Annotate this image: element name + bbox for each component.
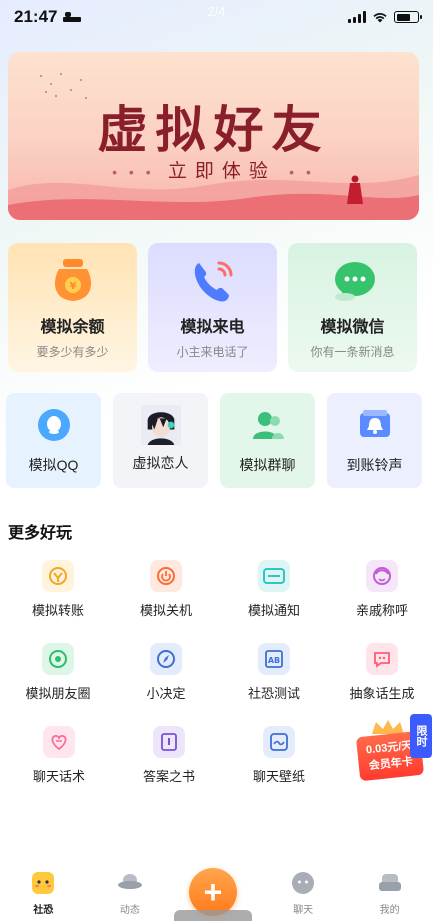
card-subtitle: 小主来电话了	[176, 345, 249, 359]
card-title: 模拟来电	[180, 319, 245, 336]
clock-text: 21:47	[14, 7, 58, 26]
card-title: 模拟余额	[40, 319, 105, 336]
tab-social[interactable]: 社恐	[0, 862, 87, 921]
girl-figure-icon	[347, 175, 363, 204]
tool-label: 小决定	[146, 686, 186, 701]
book-icon	[153, 726, 185, 758]
tool-label: 模拟关机	[139, 603, 192, 618]
battery-icon	[394, 11, 422, 23]
transfer-icon	[42, 560, 74, 592]
tab-feed[interactable]: 动态	[87, 862, 174, 921]
tool-label: 社恐测试	[247, 686, 300, 701]
tool-fake-notification[interactable]: 模拟通知	[223, 560, 325, 643]
tool-fake-moments[interactable]: 模拟朋友圈	[7, 643, 109, 726]
chat-bubble-face-icon	[366, 643, 398, 675]
tool-relative-names[interactable]: 亲戚称呼	[331, 560, 433, 643]
card-title: 模拟微信	[320, 319, 385, 336]
quick-cards: 模拟QQ 虚拟恋人 模拟群聊 到账铃声	[6, 393, 422, 488]
group-chat-icon	[252, 412, 284, 439]
profile-sofa-icon	[378, 874, 401, 891]
tool-label: 答案之书	[142, 769, 195, 784]
tool-label: 亲戚称呼	[355, 603, 408, 618]
tool-book-of-answers[interactable]: 答案之书	[117, 726, 221, 809]
phone-call-icon	[194, 261, 232, 302]
card-label: 模拟QQ	[28, 457, 79, 473]
chat-face-icon	[292, 872, 315, 894]
fake-qq-card[interactable]: 模拟QQ	[6, 393, 101, 488]
fake-wechat-card[interactable]: 模拟微信 你有一条新消息	[288, 243, 417, 372]
wechat-icon	[334, 262, 375, 301]
svg-text:AB: AB	[268, 656, 280, 665]
payment-ringtone-card[interactable]: 到账铃声	[327, 393, 422, 488]
tab-label: 聊天	[293, 905, 314, 916]
cellular-signal-icon	[348, 11, 366, 23]
status-time: 21:47	[14, 7, 82, 27]
page-indicator: 2/4	[207, 4, 226, 19]
compass-icon	[150, 643, 182, 675]
feature-cards: ¥ 模拟余额 要多少有多少 模拟来电 小主来电话了 模拟微信 你有一条新消息	[8, 243, 419, 372]
notification-card-icon	[258, 560, 290, 592]
tool-fake-transfer[interactable]: 模拟转账	[7, 560, 109, 643]
tab-label: 我的	[379, 905, 400, 916]
tab-label: 动态	[119, 905, 140, 916]
svg-text:¥: ¥	[69, 281, 76, 292]
card-label: 到账铃声	[346, 457, 403, 473]
shy-face-icon	[32, 872, 55, 894]
tool-chat-scripts[interactable]: 聊天话术	[7, 726, 111, 809]
relative-face-icon	[366, 560, 398, 592]
home-indicator	[174, 910, 252, 921]
bell-notification-icon	[359, 410, 390, 437]
fake-balance-card[interactable]: ¥ 模拟余额 要多少有多少	[8, 243, 137, 372]
tab-label: 社恐	[33, 905, 54, 916]
tool-small-decision[interactable]: 小决定	[115, 643, 217, 726]
wallpaper-icon	[263, 726, 295, 758]
test-ab-icon: AB	[258, 643, 290, 675]
anime-avatar-icon	[140, 405, 181, 445]
tab-profile[interactable]: 我的	[346, 862, 433, 921]
qq-penguin-icon	[37, 409, 70, 441]
fake-group-chat-card[interactable]: 模拟群聊	[220, 393, 315, 488]
card-subtitle: 你有一条新消息	[310, 345, 395, 359]
virtual-friend-banner[interactable]: 虚拟好友 • • • 立即体验 • •	[8, 52, 419, 220]
heart-chat-icon	[43, 726, 75, 758]
moments-icon	[42, 643, 74, 675]
tool-chat-wallpaper[interactable]: 聊天壁纸	[227, 726, 331, 809]
status-bar: 21:47 2/4	[0, 0, 433, 34]
virtual-lover-card[interactable]: 虚拟恋人	[113, 393, 208, 488]
tool-social-anxiety-test[interactable]: AB 社恐测试	[223, 643, 325, 726]
limited-time-tag: 限时	[410, 714, 432, 758]
wifi-icon	[373, 13, 387, 23]
status-icons	[348, 11, 422, 23]
vip-promo-badge[interactable]: 0.03元/天 会员年卡 限时	[355, 712, 432, 782]
ufo-icon	[117, 874, 142, 889]
card-subtitle: 要多少有多少	[36, 345, 109, 359]
tool-label: 聊天壁纸	[252, 769, 305, 784]
card-label: 模拟群聊	[239, 457, 296, 473]
tool-label: 聊天话术	[32, 769, 85, 784]
sleep-mode-icon	[63, 12, 82, 22]
power-icon	[150, 560, 182, 592]
card-label: 虚拟恋人	[132, 455, 189, 471]
tool-label: 模拟通知	[247, 603, 300, 618]
fake-call-card[interactable]: 模拟来电 小主来电话了	[148, 243, 277, 372]
money-bag-icon: ¥	[54, 259, 91, 301]
tool-label: 抽象话生成	[349, 686, 415, 701]
plus-icon: +	[203, 873, 223, 910]
tab-chat[interactable]: 聊天	[260, 862, 347, 921]
tool-label: 模拟转账	[31, 603, 84, 618]
tool-label: 模拟朋友圈	[25, 686, 91, 701]
tools-row: 模拟转账 模拟关机 模拟通知 亲戚称呼	[0, 560, 433, 643]
more-fun-heading: 更多好玩	[8, 525, 73, 542]
tool-fake-shutdown[interactable]: 模拟关机	[115, 560, 217, 643]
create-plus-button[interactable]: +	[189, 868, 237, 916]
